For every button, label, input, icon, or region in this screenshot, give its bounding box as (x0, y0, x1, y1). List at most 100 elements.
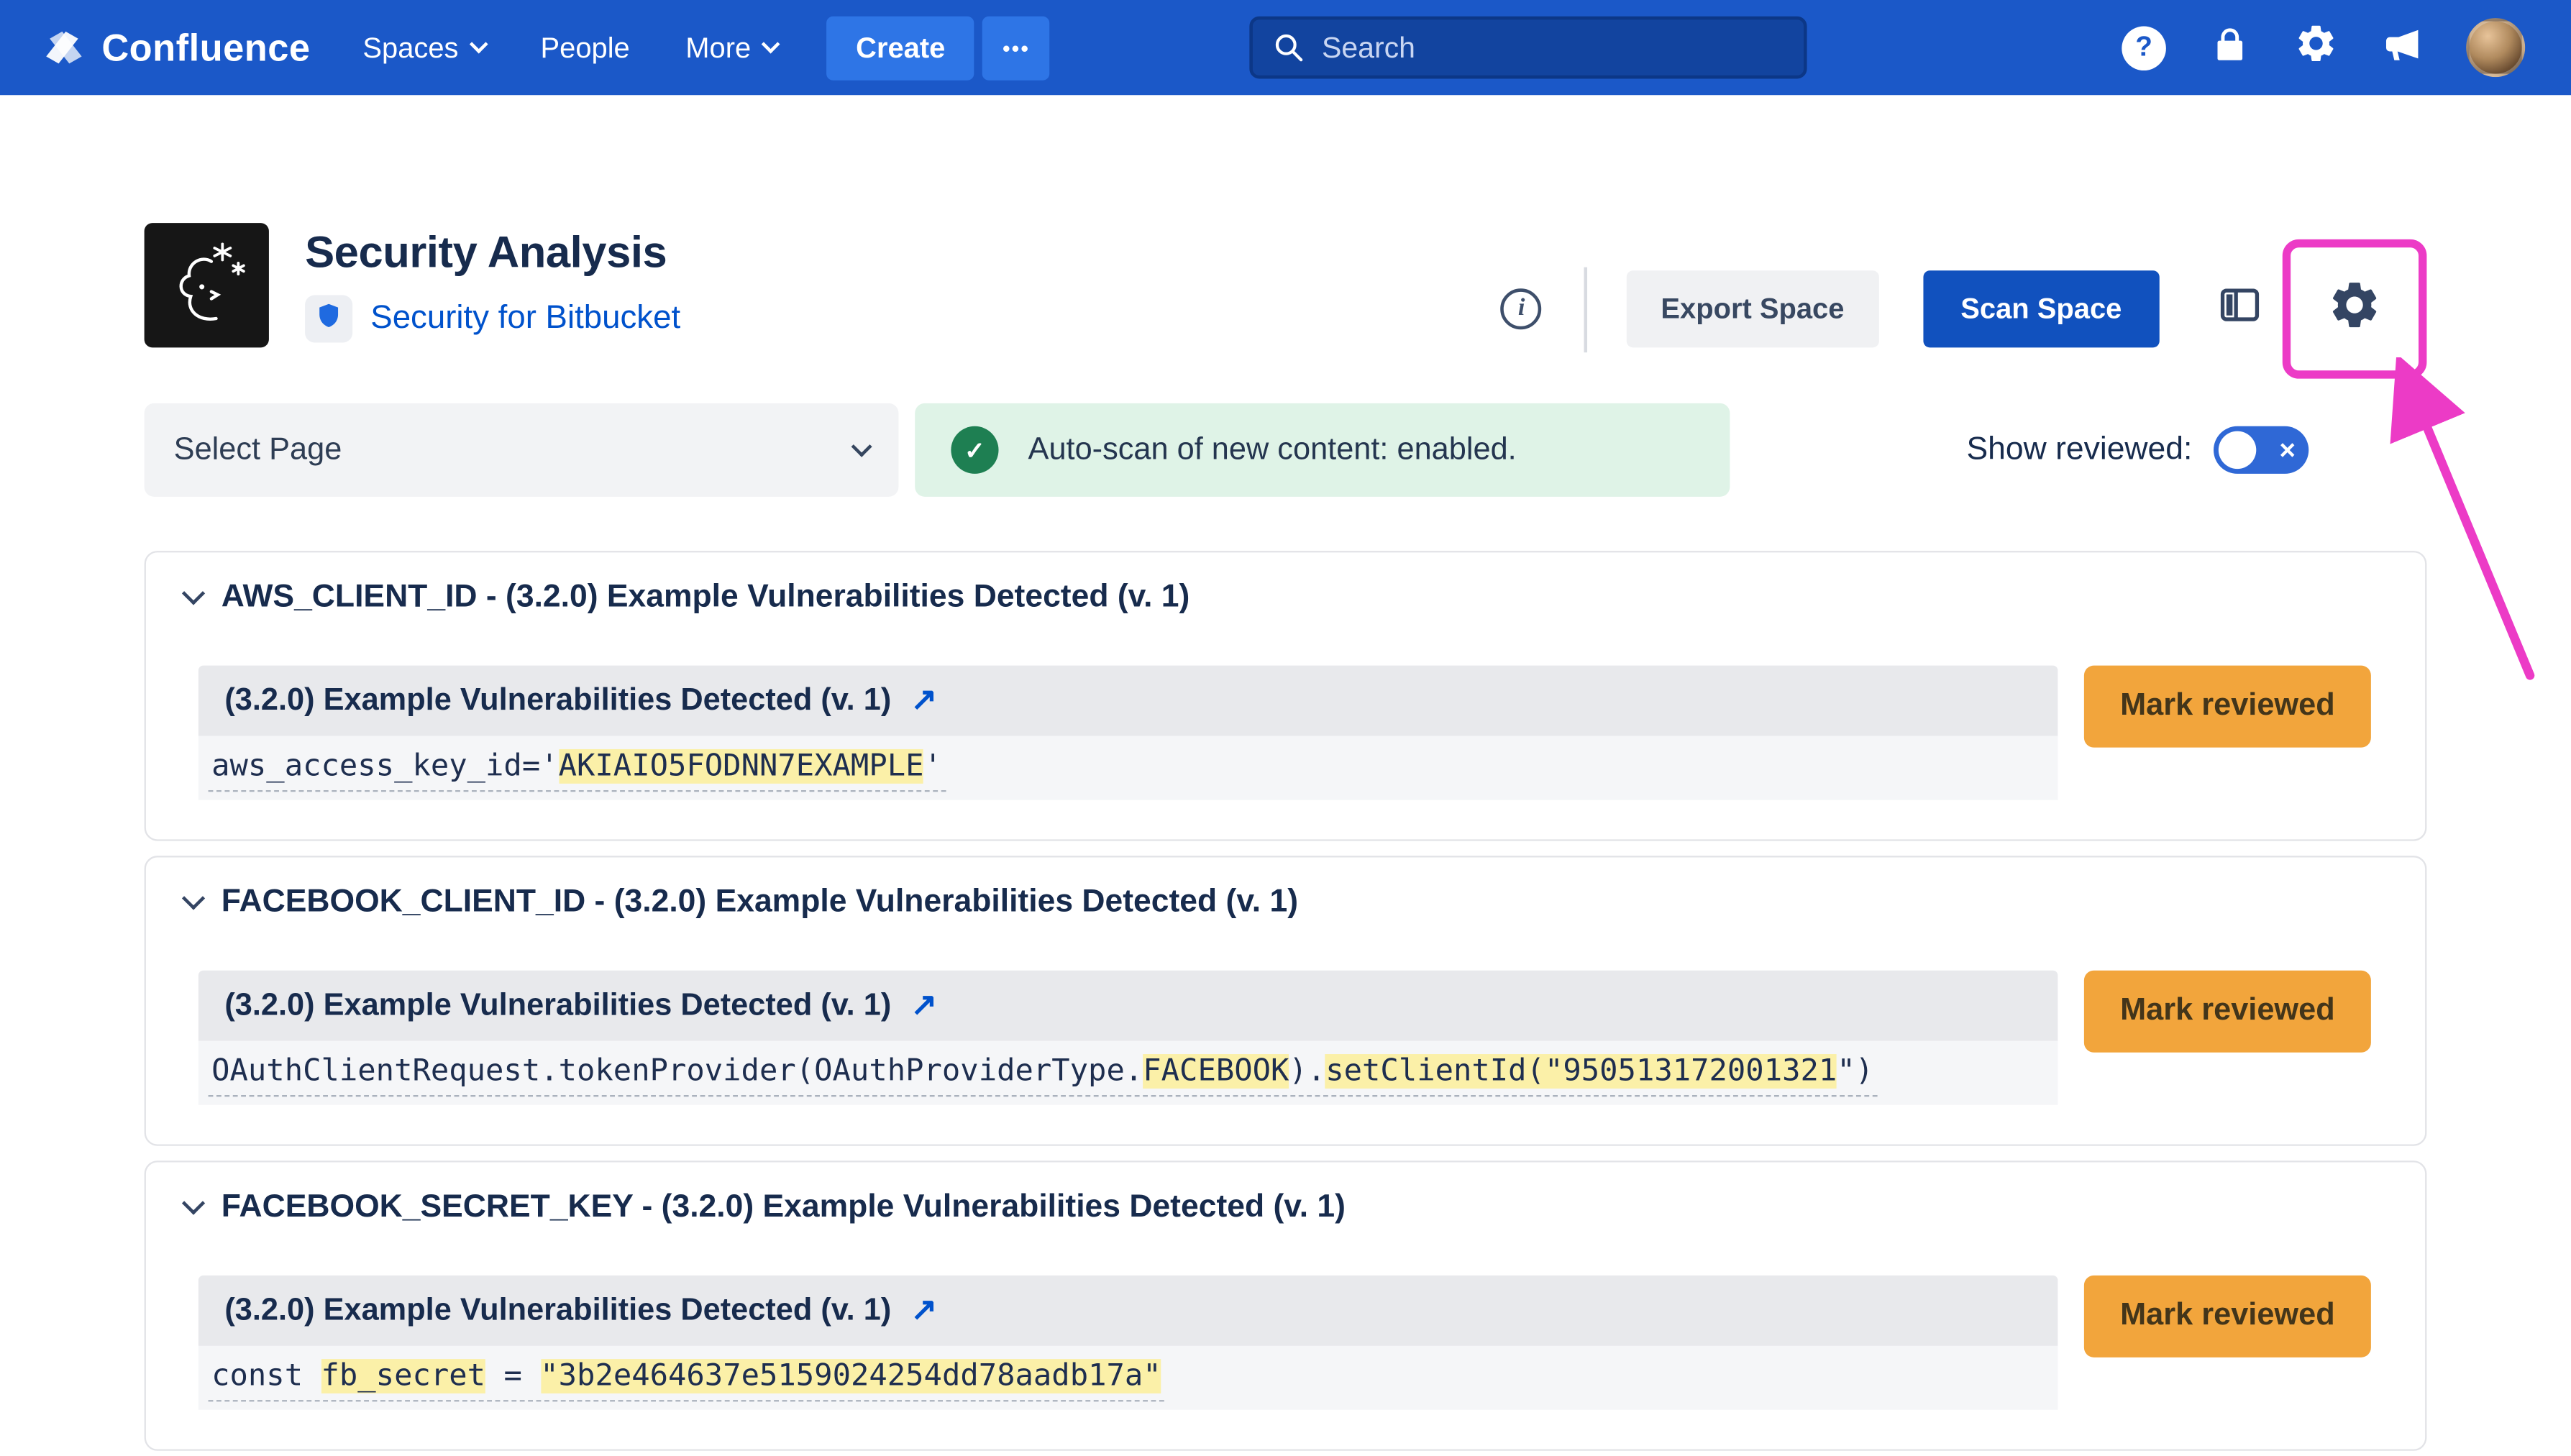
vulnerability-card: FACEBOOK_SECRET_KEY - (3.2.0) Example Vu… (145, 1160, 2427, 1451)
toggle-knob (2219, 431, 2256, 469)
code-segment: = (485, 1358, 540, 1393)
code-segment: aws_access_key_id=' (211, 748, 559, 783)
nav-spaces-label: Spaces (362, 30, 458, 65)
brand-name: Confluence (101, 25, 310, 70)
layout-panels-icon (2217, 282, 2263, 336)
scan-space-button[interactable]: Scan Space (1923, 270, 2160, 347)
page-title-block: Security Analysis Security for Bitbucket (305, 223, 680, 342)
gear-icon (2326, 277, 2383, 341)
toolbar: Select Page ✓ Auto-scan of new content: … (145, 403, 2427, 497)
code-segment: "3b2e464637e5159024254dd78aadb17a" (540, 1358, 1161, 1393)
code-snippet: OAuthClientRequest.tokenProvider(OAuthPr… (198, 1041, 2058, 1105)
code-text: aws_access_key_id='AKIAIO5FODNN7EXAMPLE' (209, 745, 946, 791)
code-text: OAuthClientRequest.tokenProvider(OAuthPr… (209, 1050, 1877, 1096)
info-icon[interactable]: i (1501, 288, 1542, 329)
check-circle-icon: ✓ (951, 426, 998, 474)
code-segment: AKIAIO5FODNN7EXAMPLE (559, 748, 924, 783)
select-page-dropdown[interactable]: Select Page (145, 403, 899, 497)
divider (1584, 267, 1586, 352)
finding-block: (3.2.0) Example Vulnerabilities Detected… (198, 1276, 2058, 1410)
autoscan-banner: ✓ Auto-scan of new content: enabled. (915, 403, 1730, 497)
vulnerability-title: FACEBOOK_SECRET_KEY - (3.2.0) Example Vu… (222, 1189, 1346, 1226)
admin-lock-button[interactable] (2209, 22, 2251, 73)
card-header: FACEBOOK_SECRET_KEY - (3.2.0) Example Vu… (186, 1185, 2371, 1230)
code-segment: ") (1837, 1053, 1873, 1088)
gear-icon (2294, 22, 2339, 74)
header-actions: i Export Space Scan Space (1501, 239, 2426, 379)
lock-icon (2209, 22, 2251, 73)
collapse-chevron-icon[interactable] (182, 1191, 205, 1214)
card-body: (3.2.0) Example Vulnerabilities Detected… (198, 1276, 2371, 1410)
panel-view-button[interactable] (2217, 282, 2263, 336)
annotation-highlight-box (2283, 239, 2427, 379)
card-body: (3.2.0) Example Vulnerabilities Detected… (198, 971, 2371, 1105)
finding-header: (3.2.0) Example Vulnerabilities Detected… (198, 1276, 2058, 1346)
finding-page-title: (3.2.0) Example Vulnerabilities Detected… (224, 683, 891, 719)
finding-header: (3.2.0) Example Vulnerabilities Detected… (198, 666, 2058, 736)
external-link-icon[interactable]: ↗ (911, 682, 937, 719)
finding-block: (3.2.0) Example Vulnerabilities Detected… (198, 666, 2058, 800)
finding-header: (3.2.0) Example Vulnerabilities Detected… (198, 971, 2058, 1041)
export-space-button[interactable]: Export Space (1627, 270, 1879, 347)
help-button[interactable]: ? (2122, 25, 2166, 70)
external-link-icon[interactable]: ↗ (911, 987, 937, 1025)
code-snippet: aws_access_key_id='AKIAIO5FODNN7EXAMPLE' (198, 736, 2058, 800)
collapse-chevron-icon[interactable] (182, 582, 205, 605)
finding-block: (3.2.0) Example Vulnerabilities Detected… (198, 971, 2058, 1105)
user-avatar[interactable] (2466, 18, 2525, 77)
card-header: AWS_CLIENT_ID - (3.2.0) Example Vulnerab… (186, 575, 2371, 620)
space-avatar (145, 223, 269, 347)
card-header: FACEBOOK_CLIENT_ID - (3.2.0) Example Vul… (186, 880, 2371, 925)
search-input[interactable] (1322, 30, 1784, 65)
settings-button[interactable] (2294, 22, 2339, 74)
vulnerability-card: AWS_CLIENT_ID - (3.2.0) Example Vulnerab… (145, 551, 2427, 841)
main-content: Security Analysis Security for Bitbucket… (0, 223, 2571, 1451)
search-box[interactable] (1250, 17, 1807, 79)
finding-page-title: (3.2.0) Example Vulnerabilities Detected… (224, 988, 891, 1024)
feedback-button[interactable] (2381, 22, 2424, 73)
chevron-down-icon (851, 436, 872, 457)
mark-reviewed-button[interactable]: Mark reviewed (2084, 1276, 2371, 1357)
code-segment: FACEBOOK (1143, 1053, 1289, 1088)
autoscan-status-text: Auto-scan of new content: enabled. (1028, 432, 1517, 468)
code-snippet: const fb_secret = "3b2e464637e5159024254… (198, 1346, 2058, 1410)
confluence-logo-icon (42, 26, 85, 68)
vulnerability-title: AWS_CLIENT_ID - (3.2.0) Example Vulnerab… (222, 579, 1190, 616)
page-title: Security Analysis (305, 228, 680, 279)
nav-people[interactable]: People (541, 30, 630, 65)
select-page-label: Select Page (174, 432, 342, 468)
code-segment: OAuthClientRequest.tokenProvider(OAuthPr… (211, 1053, 1143, 1088)
code-segment: ). (1289, 1053, 1325, 1088)
finding-page-title: (3.2.0) Example Vulnerabilities Detected… (224, 1293, 891, 1329)
code-segment: setClientId("950513172001321 (1325, 1053, 1837, 1088)
page-header: Security Analysis Security for Bitbucket… (145, 223, 2427, 361)
nav-icon-cluster: ? (2122, 18, 2528, 77)
shield-icon (315, 301, 343, 336)
question-mark-icon: ? (2122, 25, 2166, 70)
show-reviewed-control: Show reviewed: × (1967, 426, 2309, 474)
code-segment: ' (924, 748, 942, 783)
confluence-home-link[interactable]: Confluence (42, 25, 310, 70)
mark-reviewed-button[interactable]: Mark reviewed (2084, 666, 2371, 748)
show-reviewed-toggle[interactable]: × (2214, 426, 2309, 474)
vulnerability-card: FACEBOOK_CLIENT_ID - (3.2.0) Example Vul… (145, 856, 2427, 1146)
space-settings-button[interactable] (2326, 277, 2383, 341)
nav-spaces[interactable]: Spaces (362, 30, 485, 65)
check-icon: ✓ (964, 435, 985, 464)
overflow-menu-button[interactable]: ••• (983, 16, 1050, 80)
space-link[interactable]: Security for Bitbucket (370, 300, 680, 337)
card-body: (3.2.0) Example Vulnerabilities Detected… (198, 666, 2371, 800)
show-reviewed-label: Show reviewed: (1967, 431, 2193, 469)
top-nav: Confluence Spaces People More Create ••• (0, 0, 2571, 95)
mark-reviewed-button[interactable]: Mark reviewed (2084, 971, 2371, 1053)
vulnerability-title: FACEBOOK_CLIENT_ID - (3.2.0) Example Vul… (222, 884, 1298, 921)
chevron-down-icon (469, 35, 488, 53)
nav-menu: Spaces People More (362, 30, 777, 65)
megaphone-icon (2381, 22, 2424, 73)
external-link-icon[interactable]: ↗ (911, 1292, 937, 1329)
code-segment: const (211, 1358, 321, 1393)
create-button[interactable]: Create (826, 16, 974, 80)
confluence-page: Confluence Spaces People More Create ••• (0, 0, 2571, 1456)
nav-more[interactable]: More (685, 30, 777, 65)
collapse-chevron-icon[interactable] (182, 887, 205, 910)
